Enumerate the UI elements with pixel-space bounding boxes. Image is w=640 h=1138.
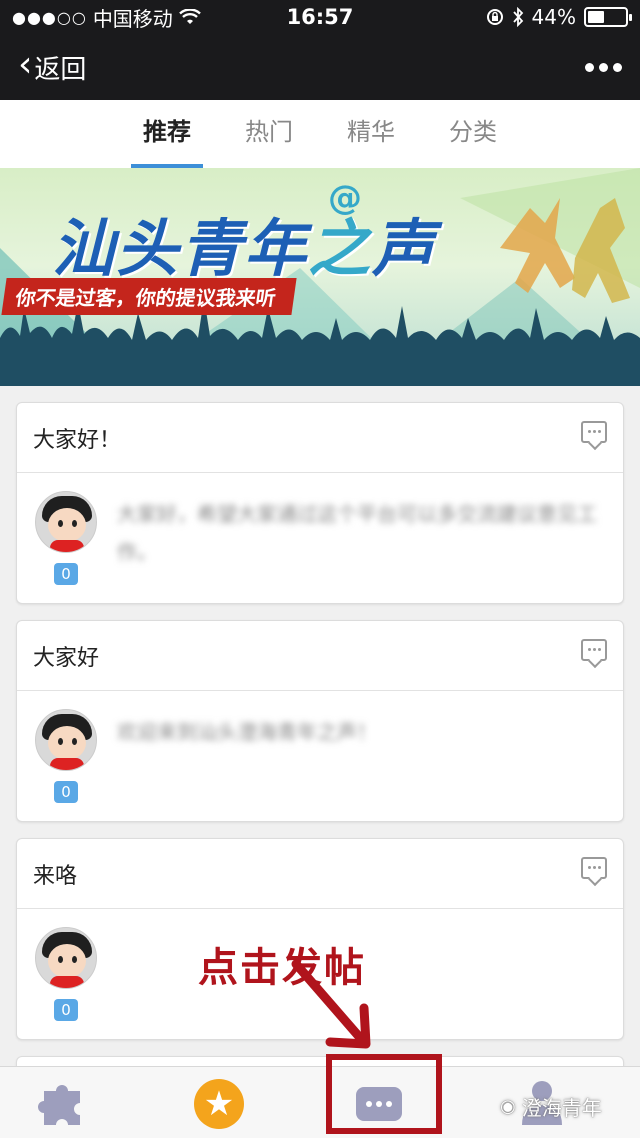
chevron-left-icon: ‹ — [18, 44, 33, 85]
banner-title-zhi: 之 — [308, 212, 373, 285]
post-header: 大家好 — [17, 621, 623, 691]
tab-recommended[interactable]: 推荐 — [131, 100, 203, 168]
back-button[interactable]: ‹ 返回 — [18, 44, 87, 86]
avatar-eye — [72, 956, 77, 963]
avatar-eye — [58, 520, 63, 527]
avatar[interactable] — [35, 709, 97, 771]
avatar-face — [48, 726, 86, 760]
post-title[interactable]: 大家好 — [33, 640, 99, 672]
avatar[interactable] — [35, 927, 97, 989]
avatar-eye — [72, 738, 77, 745]
avatar[interactable] — [35, 491, 97, 553]
category-tabs: 推荐 热门 精华 分类 — [0, 100, 640, 168]
avatar-eye — [72, 520, 77, 527]
reply-count-badge: 0 — [54, 999, 78, 1021]
back-label: 返回 — [34, 54, 87, 85]
watermark: ◉ 澄海青年 — [500, 1092, 602, 1121]
avatar-face — [48, 508, 86, 542]
highlight-box — [326, 1054, 442, 1134]
banner-at-symbol: @ — [328, 178, 362, 218]
comment-icon[interactable] — [581, 421, 607, 443]
tab-hot[interactable]: 热门 — [241, 100, 297, 168]
banner-slogan: 你不是过客，你的提议我来听 — [1, 278, 297, 315]
avatar-shirt — [50, 540, 84, 552]
avatar-face — [48, 944, 86, 978]
more-options-button[interactable] — [585, 62, 622, 72]
banner-title-sheng: 声 — [372, 212, 437, 285]
tab-categories[interactable]: 分类 — [445, 100, 501, 168]
battery-fill — [588, 11, 604, 23]
more-dot-icon — [585, 62, 594, 72]
post-card[interactable]: 大家好！ 0 大家好，希望大家通过这个平台可以多交流建议意见工作。 — [16, 402, 624, 604]
post-body: 0 大家好，希望大家通过这个平台可以多交流建议意见工作。 — [17, 473, 623, 603]
status-time: 16:57 — [286, 5, 354, 29]
reply-count-badge: 0 — [54, 781, 78, 803]
promo-banner[interactable]: 汕头青年之声 @ 你不是过客，你的提议我来听 — [0, 168, 640, 386]
more-dot-icon — [613, 62, 622, 72]
status-bar: ●●●○○ 中国移动 16:57 44% — [0, 0, 640, 34]
post-title[interactable]: 大家好！ — [33, 422, 121, 454]
nav-bar: ‹ 返回 — [0, 34, 640, 100]
post-snippet-blurred[interactable]: 欢迎来到汕头澄海青年之声！ — [117, 713, 597, 751]
comment-icon[interactable] — [581, 857, 607, 879]
post-card[interactable]: 大家好 0 欢迎来到汕头澄海青年之声！ — [16, 620, 624, 822]
avatar-shirt — [50, 976, 84, 988]
more-dot-icon — [599, 62, 608, 72]
banner-title: 汕头青年之声 — [52, 198, 436, 288]
wechat-icon: ◉ — [500, 1096, 516, 1117]
top-bar: ●●●○○ 中国移动 16:57 44% ‹ 返回 — [0, 0, 640, 100]
post-header: 大家好！ — [17, 403, 623, 473]
banner-title-main: 汕头青年 — [52, 212, 309, 285]
annotation-arrow-icon — [291, 959, 371, 1049]
battery-icon — [584, 7, 632, 27]
comment-icon[interactable] — [581, 639, 607, 661]
tab-featured[interactable]: 精华 — [343, 100, 399, 168]
puzzle-icon[interactable] — [38, 1077, 90, 1129]
reply-count-badge: 0 — [54, 563, 78, 585]
post-snippet-blurred[interactable]: 大家好，希望大家通过这个平台可以多交流建议意见工作。 — [117, 495, 597, 571]
avatar-eye — [58, 738, 63, 745]
watermark-text: 澄海青年 — [521, 1096, 602, 1120]
avatar-shirt — [50, 758, 84, 770]
post-body: 0 欢迎来到汕头澄海青年之声！ — [17, 691, 623, 821]
post-title[interactable]: 来咯 — [33, 858, 77, 890]
star-icon[interactable]: ★ — [194, 1079, 244, 1129]
post-header: 来咯 — [17, 839, 623, 909]
avatar-eye — [58, 956, 63, 963]
